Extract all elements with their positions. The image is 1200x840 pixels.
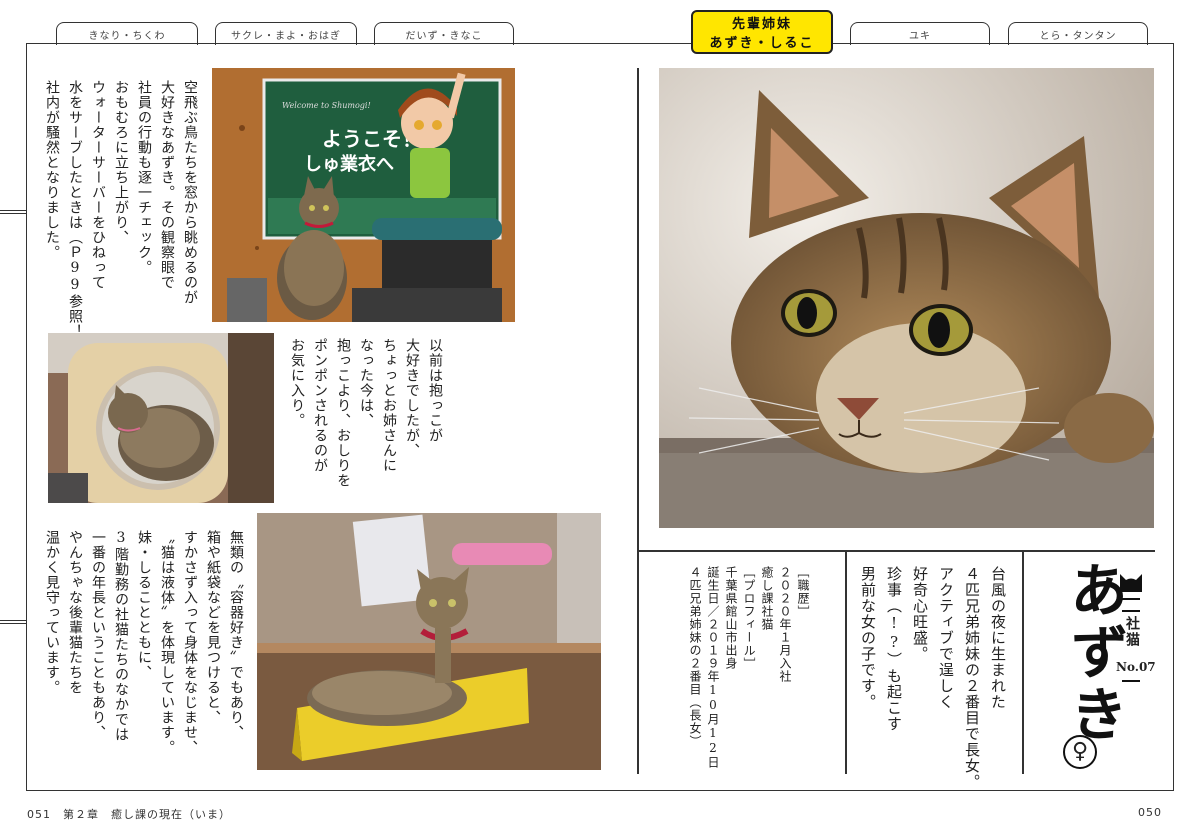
cat-label: 社猫	[1124, 616, 1140, 648]
info-divider	[845, 550, 847, 774]
photo-cat-in-ring	[48, 333, 274, 503]
tab-yuki[interactable]: ユキ	[850, 22, 990, 45]
profile-position: 癒し課社猫	[760, 566, 774, 631]
profile-block: ［職歴］ ２０２０年１月入社 癒し課社猫 ［プロフィール］ 千葉県館山市出身 誕…	[686, 566, 812, 769]
center-divider	[637, 68, 639, 774]
photo-cat-welcome-sign-image: Welcome to Shumogi! ようこそ！ しゅ業衣へ	[212, 68, 515, 322]
profile-birthplace: 千葉県館山市出身	[724, 566, 738, 670]
profile-label: ［プロフィール］	[742, 566, 756, 670]
tab-azuki-shiruko[interactable]: 先輩姉妹 あずき・しるこ	[691, 10, 833, 54]
footer-page-number: 050	[1138, 806, 1162, 819]
photo-cat-in-yellow-box	[257, 513, 601, 770]
profile-family: ４匹兄弟姉妹の２番目（長女）	[688, 566, 702, 748]
caption-bird-watching: 空飛ぶ鳥たちを窓から眺めるのが 大好きなあずき。その観察眼で 社員の行動も逐一チ…	[44, 80, 198, 354]
profile-career-label: ［職歴］	[796, 566, 810, 618]
cat-number: No.07	[1116, 660, 1156, 674]
tab-label: ユキ	[909, 30, 931, 42]
profile-join-date: ２０２０年１月入社	[778, 566, 792, 683]
tab-daizu-kinako[interactable]: だいず・きなこ	[374, 22, 514, 45]
cat-head-icon	[1120, 574, 1142, 592]
tab-tora-tantan[interactable]: とら・タンタン	[1008, 22, 1148, 45]
side-rule	[0, 210, 26, 214]
info-top-rule	[637, 550, 1155, 552]
photo-cat-in-yellow-box-image	[257, 513, 601, 770]
sign-welcome-small: Welcome to Shumogi!	[282, 101, 371, 110]
sign-subtitle: しゅ業衣へ	[304, 153, 394, 175]
caption-hug: 以前は抱っこが 大好きでしたが、 ちょっとお姉さんに なった今は、 抱っこより、…	[289, 338, 443, 488]
label-rule	[1122, 598, 1140, 612]
side-rule	[0, 620, 26, 624]
intro-text: 台風の夜に生まれた ４匹兄弟姉妹の２番目で長女。 アクティブで逞しく 好奇心旺盛…	[859, 566, 1007, 790]
gender-female-icon: ♀	[1063, 735, 1097, 769]
name-divider	[1022, 550, 1024, 774]
photo-cat-in-ring-image	[48, 333, 274, 503]
label-rule-bottom	[1122, 680, 1140, 692]
tab-kinari-chikuwa[interactable]: きなり・ちくわ	[56, 22, 198, 45]
tab-label-top: 先輩姉妹	[731, 17, 792, 32]
tab-label-bottom: あずき・しるこ	[709, 36, 815, 51]
photo-azuki-closeup-image	[659, 68, 1154, 528]
tab-label: だいず・きなこ	[405, 30, 483, 42]
profile-birthday: 誕生日／２０１９年10月12日	[706, 566, 720, 769]
tab-label: きなり・ちくわ	[88, 30, 166, 42]
photo-azuki-closeup	[659, 68, 1154, 528]
tab-label: とら・タンタン	[1039, 30, 1117, 42]
tab-sakure-mayo-ohagi[interactable]: サクレ・まよ・おはぎ	[215, 22, 357, 45]
tab-label: サクレ・まよ・おはぎ	[231, 30, 341, 42]
caption-container-lover: 無類の〝容器好き〟でもあり、 箱や紙袋などを見つけると、 すかさず入って身体をな…	[44, 530, 244, 755]
footer-left: 051 第２章 癒し課の現在（いま）	[27, 808, 231, 821]
photo-cat-welcome-sign: Welcome to Shumogi! ようこそ！ しゅ業衣へ	[212, 68, 515, 322]
